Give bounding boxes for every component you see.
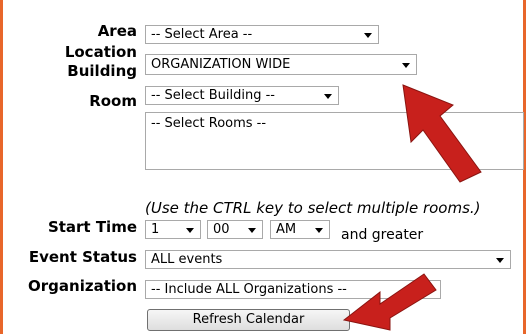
location-label: Location [64,43,137,61]
ampm-select-value: AM [276,222,297,237]
chevron-down-icon [324,94,332,99]
location-select-value: ORGANIZATION WIDE [151,57,291,72]
building-label: Building [67,62,137,80]
multi-select-hint: (Use the CTRL key to select multiple roo… [145,199,481,217]
hour-select-value: 1 [151,222,160,237]
start-time-label: Start Time [47,218,137,236]
room-label: Room [89,92,137,110]
area-select[interactable]: -- Select Area -- [145,25,379,44]
chevron-down-icon [315,228,323,233]
ampm-select[interactable]: AM [270,220,330,239]
location-select[interactable]: ORGANIZATION WIDE [145,54,417,75]
event-status-label: Event Status [28,248,137,266]
refresh-calendar-button[interactable]: Refresh Calendar [147,309,350,331]
annotation-arrow-icon [402,84,482,183]
start-time-suffix: and greater [341,227,424,243]
building-select[interactable]: -- Select Building -- [145,86,339,105]
chevron-down-icon [496,258,504,263]
organization-select-value: -- Include ALL Organizations -- [151,282,347,297]
chevron-down-icon [248,228,256,233]
minute-select[interactable]: 00 [207,220,263,239]
annotation-arrow-icon [342,273,437,331]
chevron-down-icon [364,33,372,38]
area-select-value: -- Select Area -- [151,27,253,42]
chevron-down-icon [402,63,410,68]
event-status-select[interactable]: ALL events [145,250,511,269]
minute-select-value: 00 [213,222,230,237]
organization-label: Organization [28,277,137,295]
event-status-select-value: ALL events [151,252,223,267]
hour-select[interactable]: 1 [145,220,201,239]
area-label: Area [97,22,137,40]
chevron-down-icon [186,228,194,233]
building-select-value: -- Select Building -- [151,88,276,103]
